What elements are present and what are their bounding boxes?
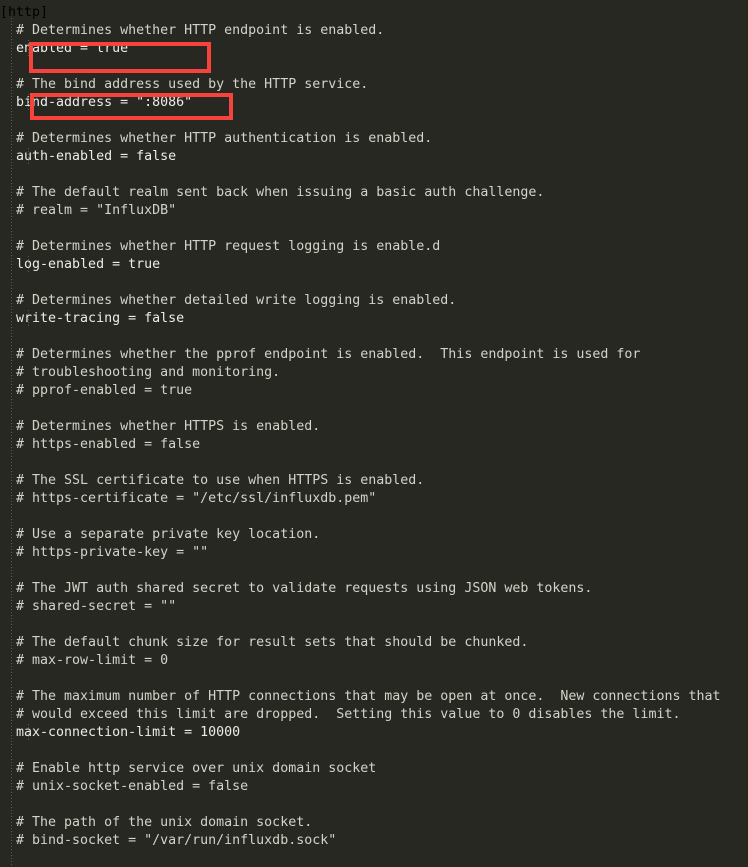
code-line[interactable]: # The bind address used by the HTTP serv… — [0, 76, 748, 94]
code-line[interactable]: bind-address = ":8086" — [0, 94, 748, 112]
code-line-blank[interactable] — [0, 58, 748, 76]
code-line[interactable]: # The JWT auth shared secret to validate… — [0, 580, 748, 598]
code-line-blank[interactable] — [0, 400, 748, 418]
code-line-blank[interactable] — [0, 166, 748, 184]
code-line[interactable]: [http] — [0, 4, 748, 22]
code-line[interactable]: auth-enabled = false — [0, 148, 748, 166]
code-line[interactable]: # Determines whether detailed write logg… — [0, 292, 748, 310]
code-line[interactable]: enabled = true — [0, 40, 748, 58]
code-line[interactable]: # max-row-limit = 0 — [0, 652, 748, 670]
code-line-blank[interactable] — [0, 274, 748, 292]
code-line-blank[interactable] — [0, 796, 748, 814]
code-line[interactable]: log-enabled = true — [0, 256, 748, 274]
code-line[interactable]: # pprof-enabled = true — [0, 382, 748, 400]
code-line[interactable]: # bind-socket = "/var/run/influxdb.sock" — [0, 832, 748, 850]
code-line-blank[interactable] — [0, 454, 748, 472]
code-line-blank[interactable] — [0, 508, 748, 526]
code-editor-pane[interactable]: [http] # Determines whether HTTP endpoin… — [0, 0, 748, 867]
code-line-blank[interactable] — [0, 112, 748, 130]
code-line[interactable]: # Determines whether HTTP request loggin… — [0, 238, 748, 256]
code-line-blank[interactable] — [0, 670, 748, 688]
code-line-blank[interactable] — [0, 742, 748, 760]
code-line-blank[interactable] — [0, 562, 748, 580]
code-line[interactable]: # The default realm sent back when issui… — [0, 184, 748, 202]
code-line[interactable]: # https-enabled = false — [0, 436, 748, 454]
code-line[interactable]: # would exceed this limit are dropped. S… — [0, 706, 748, 724]
code-line-blank[interactable] — [0, 328, 748, 346]
code-line[interactable]: # The maximum number of HTTP connections… — [0, 688, 748, 706]
code-line[interactable]: # Determines whether HTTP authentication… — [0, 130, 748, 148]
code-line[interactable]: # https-private-key = "" — [0, 544, 748, 562]
code-line[interactable]: write-tracing = false — [0, 310, 748, 328]
code-line[interactable]: # The SSL certificate to use when HTTPS … — [0, 472, 748, 490]
code-line[interactable]: max-connection-limit = 10000 — [0, 724, 748, 742]
code-line[interactable]: # The default chunk size for result sets… — [0, 634, 748, 652]
config-file-text[interactable]: [http] # Determines whether HTTP endpoin… — [0, 4, 748, 850]
code-line[interactable]: # The path of the unix domain socket. — [0, 814, 748, 832]
code-line[interactable]: # unix-socket-enabled = false — [0, 778, 748, 796]
code-line[interactable]: # Enable http service over unix domain s… — [0, 760, 748, 778]
code-line[interactable]: # Determines whether the pprof endpoint … — [0, 346, 748, 364]
code-line[interactable]: # Determines whether HTTPS is enabled. — [0, 418, 748, 436]
code-line[interactable]: # https-certificate = "/etc/ssl/influxdb… — [0, 490, 748, 508]
code-line-blank[interactable] — [0, 220, 748, 238]
code-line[interactable]: # Use a separate private key location. — [0, 526, 748, 544]
code-line[interactable]: # realm = "InfluxDB" — [0, 202, 748, 220]
code-line-blank[interactable] — [0, 616, 748, 634]
code-line[interactable]: # troubleshooting and monitoring. — [0, 364, 748, 382]
code-line[interactable]: # Determines whether HTTP endpoint is en… — [0, 22, 748, 40]
code-line[interactable]: # shared-secret = "" — [0, 598, 748, 616]
